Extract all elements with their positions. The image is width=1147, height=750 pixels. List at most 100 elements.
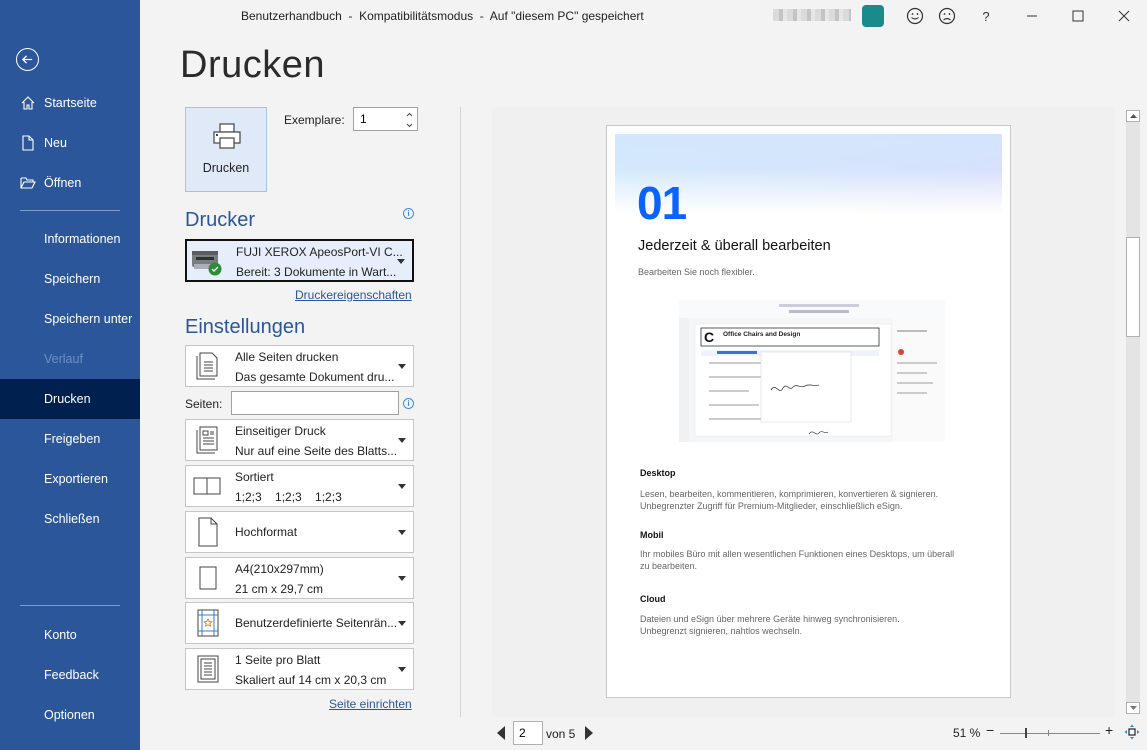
zoom-slider[interactable] (1000, 733, 1100, 734)
page-setup-link[interactable]: Seite einrichten (329, 697, 412, 711)
zoom-slider-thumb[interactable] (1025, 728, 1027, 738)
printer-ready-icon (192, 251, 222, 276)
collated-icon (191, 470, 225, 502)
copies-down-button[interactable] (404, 120, 414, 130)
info-icon[interactable]: i (403, 398, 414, 409)
frown-feedback-button[interactable] (934, 4, 960, 28)
backstage-sidebar: Startseite Neu Öffnen Informationen Spei… (0, 0, 140, 750)
pages-label: Seiten: (185, 397, 223, 411)
preview-subheading: Bearbeiten Sie noch flexibler. (638, 267, 755, 277)
smile-icon (906, 7, 924, 25)
minimize-button[interactable] (1019, 4, 1045, 28)
setting-line1: Sortiert (235, 470, 274, 484)
paper-size-dropdown[interactable]: A4(210x297mm) 21 cm x 29,7 cm (185, 557, 414, 599)
sidebar-item-verlauf: Verlauf (44, 352, 83, 366)
info-icon[interactable]: i (403, 208, 414, 219)
setting-line1: Hochformat (235, 525, 298, 539)
pages-icon (191, 350, 225, 382)
close-icon (1118, 10, 1130, 22)
screenshot-title: Office Chairs and Design (723, 331, 800, 338)
collation-dropdown[interactable]: Sortiert 1;2;3 1;2;3 1;2;3 (185, 465, 414, 507)
sidebar-item-feedback[interactable]: Feedback (0, 655, 140, 695)
page-number-input[interactable] (513, 721, 543, 745)
sidebar-item-drucken[interactable]: Drucken (0, 379, 140, 419)
maximize-button[interactable] (1065, 4, 1091, 28)
one-sided-icon (191, 424, 225, 456)
triangle-down-icon (1129, 706, 1137, 710)
triangle-up-icon (1129, 114, 1137, 118)
maximize-icon (1072, 10, 1084, 22)
preview-section-text: Ihr mobiles Büro mit allen wesentlichen … (640, 549, 955, 571)
preview-scrollbar[interactable] (1126, 110, 1140, 714)
paper-size-icon (191, 562, 225, 594)
help-button[interactable]: ? (973, 4, 999, 28)
panel-divider (460, 107, 461, 717)
minimize-icon (1027, 15, 1037, 17)
arrow-left-icon (21, 55, 33, 64)
print-range-dropdown[interactable]: Alle Seiten drucken Das gesamte Dokument… (185, 345, 414, 387)
copies-input[interactable] (360, 112, 400, 126)
copies-stepper[interactable] (353, 107, 418, 131)
printer-dropdown[interactable]: FUJI XEROX ApeosPort-VI C... Bereit: 3 D… (185, 239, 414, 282)
printer-properties-link[interactable]: Druckereigenschaften (295, 288, 412, 302)
zoom-level[interactable]: 51 % (953, 726, 980, 740)
chevron-down-icon (406, 123, 412, 127)
caret-down-icon (398, 438, 406, 443)
caret-down-icon (398, 530, 406, 535)
sidebar-item-neu[interactable]: Neu (0, 123, 140, 163)
sidebar-item-schliessen[interactable]: Schließen (0, 499, 140, 539)
sidebar-item-freigeben[interactable]: Freigeben (0, 419, 140, 459)
settings-section-heading: Einstellungen (185, 316, 306, 338)
next-page-button[interactable] (585, 726, 593, 740)
document-title: Benutzerhandbuch - Kompatibilitätsmodus … (241, 9, 644, 23)
scrollbar-thumb[interactable] (1126, 237, 1140, 337)
duplex-dropdown[interactable]: Einseitiger Druck Nur auf eine Seite des… (185, 419, 414, 461)
preview-section-title: Desktop (640, 468, 676, 478)
setting-line1: A4(210x297mm) (235, 562, 324, 576)
setting-line2: Das gesamte Dokument dru... (235, 370, 395, 384)
sidebar-item-oeffnen[interactable]: Öffnen (0, 163, 140, 203)
preview-heading: Jederzeit & überall bearbeiten (638, 238, 831, 254)
sidebar-item-optionen[interactable]: Optionen (0, 695, 140, 735)
sidebar-item-informationen[interactable]: Informationen (0, 219, 140, 259)
preview-section-title: Mobil (640, 530, 664, 540)
scroll-up-button[interactable] (1126, 110, 1140, 122)
preview-section-title: Cloud (640, 594, 666, 604)
page-title: Drucken (180, 44, 325, 86)
pages-per-sheet-dropdown[interactable]: 1 Seite pro Blatt Skaliert auf 14 cm x 2… (185, 648, 414, 690)
sidebar-item-startseite[interactable]: Startseite (0, 83, 140, 123)
close-button[interactable] (1111, 4, 1137, 28)
margins-icon (191, 607, 225, 639)
copies-up-button[interactable] (404, 109, 414, 119)
setting-line1: Alle Seiten drucken (235, 350, 339, 364)
setting-line2: Skaliert auf 14 cm x 20,3 cm (235, 673, 387, 687)
margins-dropdown[interactable]: Benutzerdefinierte Seitenrän... (185, 602, 414, 644)
sidebar-item-speichern[interactable]: Speichern (0, 259, 140, 299)
sidebar-item-exportieren[interactable]: Exportieren (0, 459, 140, 499)
caret-down-icon (398, 484, 406, 489)
smiley-feedback-button[interactable] (902, 4, 928, 28)
preview-section-text: Dateien und eSign über mehrere Geräte hi… (640, 614, 900, 636)
zoom-to-page-button[interactable] (1124, 724, 1140, 740)
scroll-down-button[interactable] (1126, 702, 1140, 714)
pages-input[interactable] (231, 391, 399, 415)
user-name-blurred[interactable] (773, 9, 851, 21)
print-button[interactable]: Drucken (185, 107, 267, 192)
sidebar-item-speichern-unter[interactable]: Speichern unter (0, 299, 140, 339)
previous-page-button[interactable] (497, 726, 505, 740)
caret-down-icon (398, 364, 406, 369)
avatar[interactable] (862, 5, 884, 27)
zoom-out-button[interactable]: − (986, 722, 994, 738)
setting-line2: Nur auf eine Seite des Blatts... (235, 444, 398, 458)
setting-line1: Einseitiger Druck (235, 424, 326, 438)
portrait-icon (191, 516, 225, 548)
sidebar-item-konto[interactable]: Konto (0, 615, 140, 655)
orientation-dropdown[interactable]: Hochformat (185, 511, 414, 553)
back-button[interactable] (16, 48, 39, 71)
setting-line2: 1;2;3 1;2;3 1;2;3 (235, 490, 342, 504)
print-button-label: Drucken (202, 161, 250, 175)
setting-line1: Benutzerdefinierte Seitenrän... (235, 616, 398, 630)
printer-section-heading: Drucker (185, 209, 256, 231)
zoom-in-button[interactable]: + (1105, 722, 1113, 738)
frown-icon (938, 7, 956, 25)
